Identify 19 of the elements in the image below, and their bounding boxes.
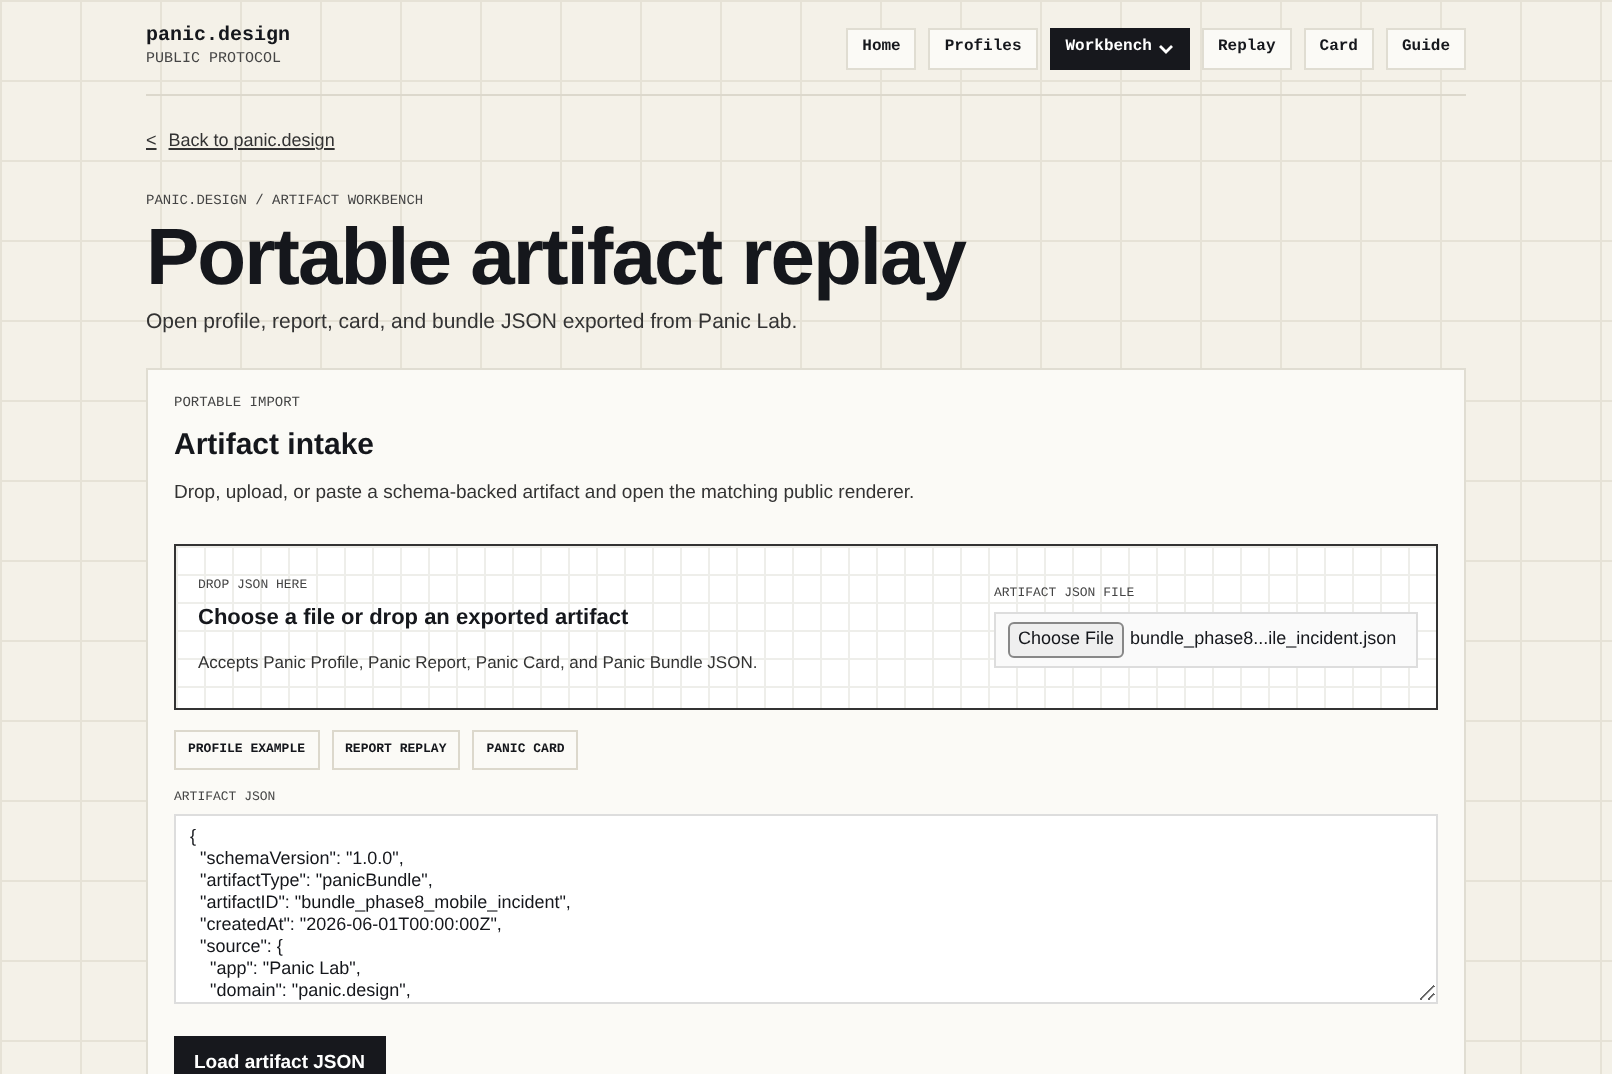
nav-tab[interactable]: Replay xyxy=(1201,27,1292,69)
choose-file-button[interactable]: Choose File xyxy=(1008,622,1125,658)
back-link[interactable]: < Back to panic.design xyxy=(146,128,335,155)
brand-name[interactable]: panic.design xyxy=(146,26,291,50)
page-title: Portable artifact replay xyxy=(146,213,969,301)
card-heading: Artifact intake xyxy=(174,425,377,466)
nav-tab[interactable]: Guide xyxy=(1385,27,1466,69)
nav-tab[interactable]: Card xyxy=(1303,27,1374,69)
load-button[interactable]: Load artifact JSON xyxy=(174,1036,386,1074)
file-name: bundle_phase8...ile_incident.json xyxy=(1130,626,1397,653)
file-input[interactable]: Choose File bundle_phase8...ile_incident.json xyxy=(994,612,1418,668)
nav-tab[interactable]: Profiles xyxy=(928,27,1038,69)
nav-tab[interactable]: Workbench xyxy=(1049,27,1190,69)
card-description: Drop, upload, or paste a schema-backed artifact and open the matching public renderer. xyxy=(174,480,917,509)
nav-tab[interactable]: Home xyxy=(846,27,917,69)
json-field[interactable]: { "schemaVersion": "1.0.0", "artifactType": "panicBundle", "artifactID": "bundle_phase8_mobile_incident", "createdAt": "2026-06-01T00:00:00Z", "source": { "app": "Panic Lab", "domain": "panic.design", xyxy=(174,814,1438,1005)
drop-heading: Choose a file or drop an exported artifact xyxy=(198,603,631,634)
drop-description: Accepts Panic Profile, Panic Report, Panic Card, and Panic Bundle JSON. xyxy=(198,650,758,676)
page-subtitle: Open profile, report, card, and bundle JSON exported from Panic Lab. xyxy=(146,307,800,337)
